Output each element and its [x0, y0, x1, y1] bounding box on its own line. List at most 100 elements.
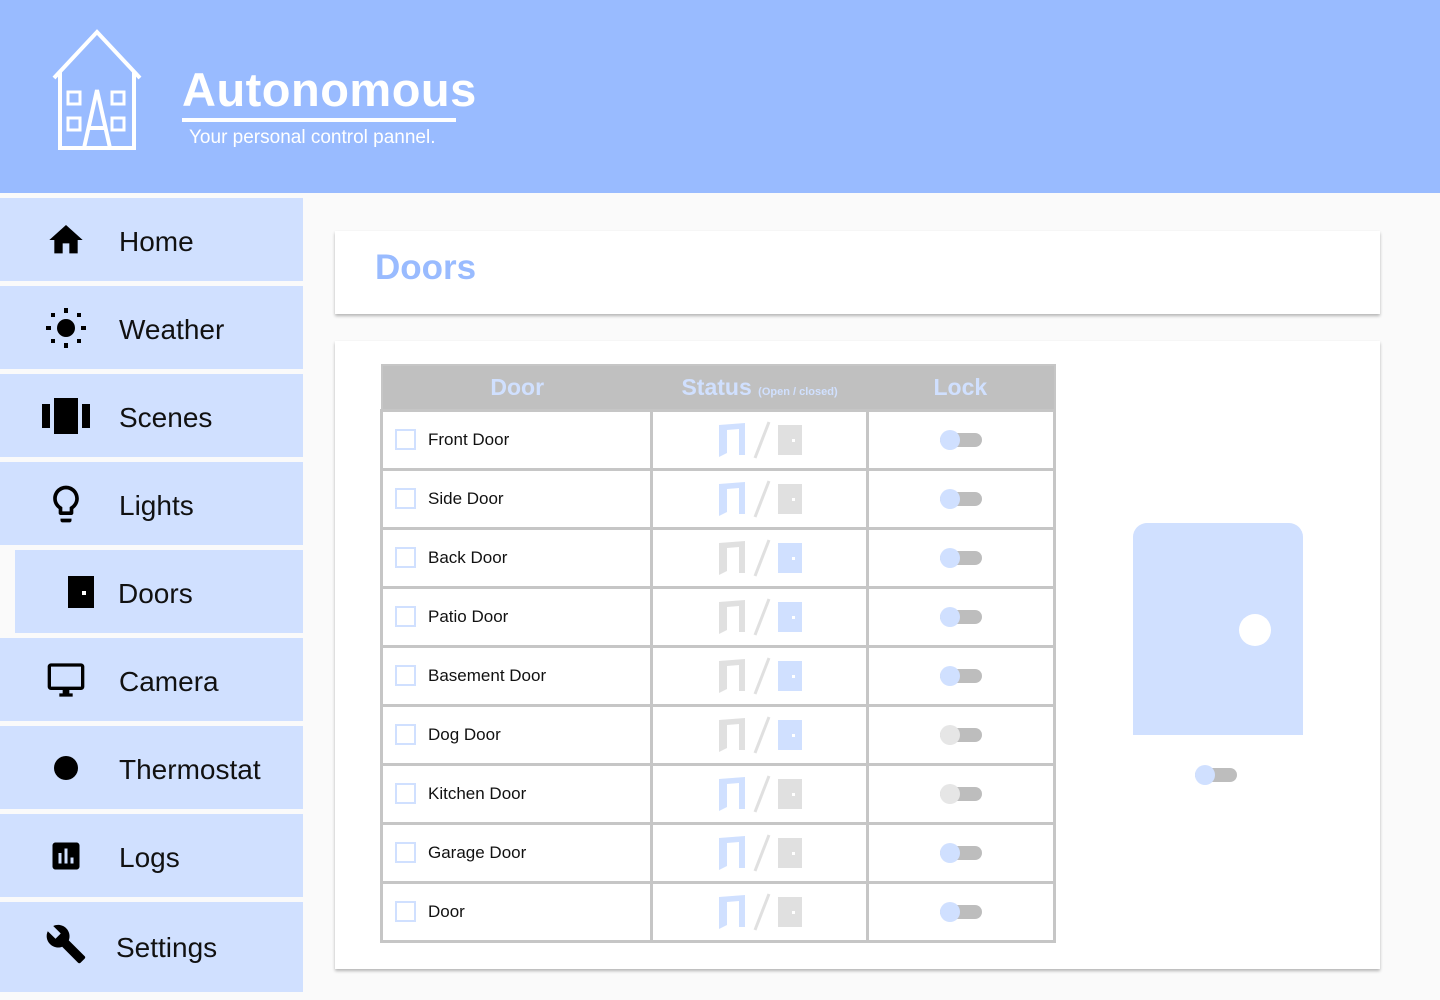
table-row: Patio Door [379, 585, 1057, 648]
door-cell: Back Door [379, 526, 654, 589]
lock-toggle[interactable] [939, 724, 982, 745]
row-checkbox[interactable] [395, 429, 416, 450]
slash-separator-icon [753, 774, 770, 813]
slash-separator-icon [753, 538, 770, 577]
lock-toggle[interactable] [939, 547, 982, 568]
door-cell: Kitchen Door [379, 762, 654, 825]
door-open-icon[interactable] [717, 539, 747, 577]
app-header: Autonomous Your personal control pannel. [0, 0, 1440, 193]
door-open-icon[interactable] [717, 480, 747, 518]
toggle-knob [1195, 765, 1215, 785]
door-name: Patio Door [428, 606, 509, 626]
table-row: Basement Door [379, 644, 1057, 707]
status-cell [650, 467, 869, 530]
lock-cell [865, 880, 1057, 943]
sidebar-item-label: Thermostat [119, 754, 261, 785]
doors-panel: Door Status (Open / closed) Lock Front D… [335, 341, 1380, 969]
door-closed-icon[interactable] [777, 719, 803, 750]
sidebar-item-label: Lights [119, 490, 194, 521]
sidebar-item-camera[interactable]: Camera [0, 638, 303, 721]
door-open-icon[interactable] [717, 893, 747, 931]
row-checkbox[interactable] [395, 724, 416, 745]
door-closed-icon[interactable] [777, 660, 803, 691]
table-row: Garage Door [379, 821, 1057, 884]
sidebar-item-thermostat[interactable]: Thermostat [0, 726, 303, 809]
door-closed-icon[interactable] [777, 896, 803, 927]
home-icon [42, 218, 90, 262]
door-name: Side Door [428, 488, 504, 508]
sidebar-item-settings[interactable]: Settings [0, 902, 303, 992]
wrench-icon [42, 922, 90, 966]
door-open-icon[interactable] [717, 421, 747, 459]
status-header-hint: (Open / closed) [758, 385, 838, 398]
door-name: Garage Door [428, 842, 527, 862]
toggle-knob [939, 665, 960, 686]
lock-toggle[interactable] [939, 901, 982, 922]
door-open-icon[interactable] [717, 716, 747, 754]
table-row: Dog Door [379, 703, 1057, 766]
door-closed-icon[interactable] [777, 601, 803, 632]
status-cell [650, 703, 869, 766]
sidebar-item-label: Logs [119, 842, 180, 873]
sidebar-item-weather[interactable]: Weather [0, 286, 303, 369]
column-header-door: Door [381, 365, 652, 410]
status-header-label: Status [681, 373, 752, 400]
sidebar-nav: Home Weather Scenes Lights Doors Camera … [0, 198, 303, 1000]
sidebar-item-label: Settings [116, 932, 218, 963]
sidebar-item-logs[interactable]: Logs [0, 814, 303, 897]
door-knob [1239, 614, 1271, 646]
door-closed-icon[interactable] [777, 837, 803, 868]
lock-cell [865, 821, 1057, 884]
table-row: Back Door [379, 526, 1057, 589]
column-header-status: Status (Open / closed) [651, 365, 868, 410]
slash-separator-icon [753, 715, 770, 754]
door-cell: Door [379, 880, 654, 943]
lock-toggle[interactable] [939, 783, 982, 804]
sidebar-item-doors[interactable]: Doors [15, 550, 303, 633]
table-row: Side Door [379, 467, 1057, 530]
row-checkbox[interactable] [395, 547, 416, 568]
sidebar-item-label: Scenes [119, 402, 213, 433]
sidebar-item-home[interactable]: Home [0, 198, 303, 281]
door-open-icon[interactable] [717, 657, 747, 695]
table-body: Front Door Side Door Back Door Patio Door Ba… [379, 408, 1057, 943]
row-checkbox[interactable] [395, 783, 416, 804]
door-name: Back Door [428, 547, 508, 567]
slash-separator-icon [753, 597, 770, 636]
row-checkbox[interactable] [395, 488, 416, 509]
door-cell: Patio Door [379, 585, 654, 648]
door-name: Dog Door [428, 724, 501, 744]
door-closed-icon[interactable] [777, 483, 803, 514]
lock-toggle[interactable] [939, 429, 982, 450]
door-name: Basement Door [428, 665, 547, 685]
door-closed-icon[interactable] [777, 542, 803, 573]
lock-toggle[interactable] [939, 488, 982, 509]
row-checkbox[interactable] [395, 901, 416, 922]
door-name: Door [428, 901, 465, 921]
toggle-knob [939, 429, 960, 450]
table-header-row: Door Status (Open / closed) Lock [381, 365, 1055, 410]
door-open-icon[interactable] [717, 775, 747, 813]
lock-toggle[interactable] [939, 665, 982, 686]
row-checkbox[interactable] [395, 606, 416, 627]
scenes-icon [42, 394, 90, 438]
slash-separator-icon [753, 833, 770, 872]
lock-cell [865, 644, 1057, 707]
lock-cell [865, 585, 1057, 648]
sidebar-item-lights[interactable]: Lights [0, 462, 303, 545]
sidebar-item-label: Camera [119, 666, 219, 697]
sidebar-item-scenes[interactable]: Scenes [0, 374, 303, 457]
lock-toggle[interactable] [939, 606, 982, 627]
row-checkbox[interactable] [395, 842, 416, 863]
slash-separator-icon [753, 892, 770, 931]
door-open-icon[interactable] [717, 834, 747, 872]
sidebar-item-label: Doors [118, 578, 193, 609]
door-closed-icon[interactable] [777, 424, 803, 455]
lock-toggle[interactable] [939, 842, 982, 863]
brand-title: Autonomous [182, 63, 477, 116]
door-closed-icon[interactable] [777, 778, 803, 809]
preview-lock-toggle[interactable] [1195, 765, 1237, 785]
door-open-icon[interactable] [717, 598, 747, 636]
row-checkbox[interactable] [395, 665, 416, 686]
sidebar-item-label: Weather [119, 314, 225, 345]
